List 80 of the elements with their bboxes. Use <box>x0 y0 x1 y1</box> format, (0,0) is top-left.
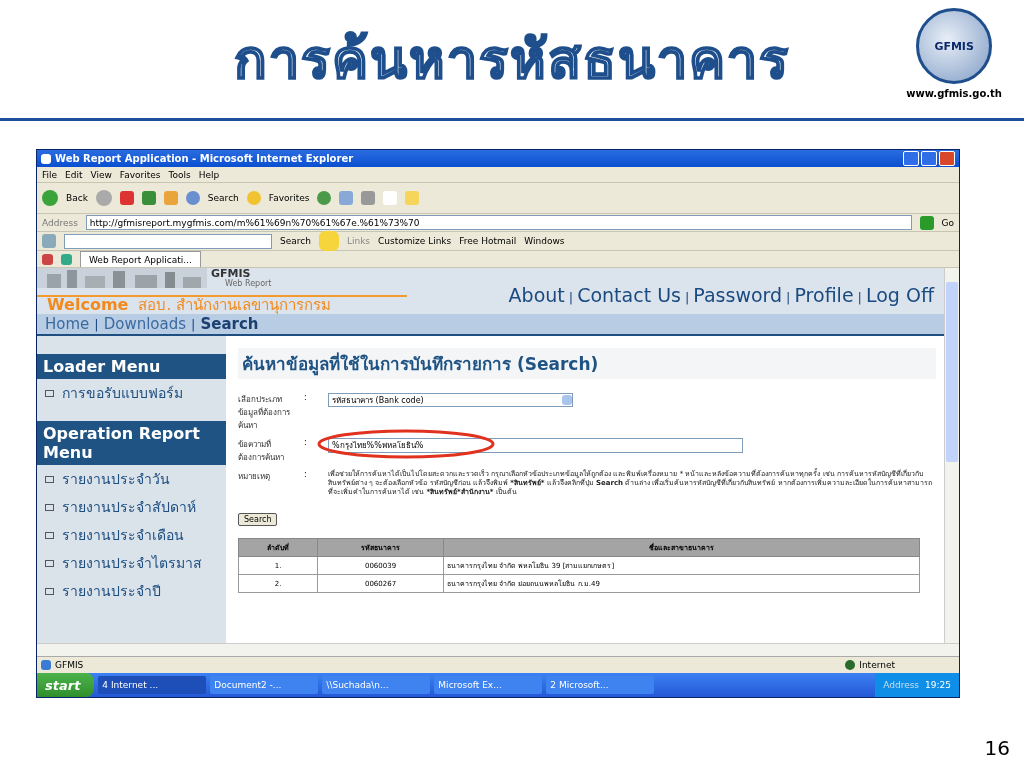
sidebar-item[interactable]: รายงานประจำเดือน <box>62 524 212 546</box>
sidebar-item[interactable]: รายงานประจำสัปดาห์ <box>62 496 212 518</box>
colon-text: : <box>304 393 308 402</box>
go-button[interactable]: Go <box>941 217 954 228</box>
sidebar-item[interactable]: การขอรับแบบฟอร์ม <box>62 382 212 404</box>
close-button[interactable] <box>939 151 955 166</box>
search-button[interactable]: Search <box>238 513 278 526</box>
link-item[interactable]: Customize Links <box>378 236 452 246</box>
logo-icon: GFMIS <box>916 8 993 84</box>
link-item[interactable]: Windows <box>524 236 565 246</box>
separator-text: | <box>568 290 574 305</box>
taskbar-button[interactable]: Microsoft Ex... <box>434 676 543 694</box>
menu-item[interactable]: Tools <box>168 169 191 180</box>
restore-button[interactable] <box>921 151 937 166</box>
favorites-button[interactable]: Favorites <box>268 193 310 203</box>
status-text: GFMIS <box>55 660 84 670</box>
field-label: เลือกประเภทข้อมูลที่ต้องการค้นหา <box>238 394 291 432</box>
horizontal-scrollbar[interactable] <box>37 643 959 656</box>
bullet-icon <box>45 588 54 595</box>
nav-link[interactable]: Downloads <box>103 315 187 333</box>
nav-link[interactable]: Contact Us <box>577 284 681 306</box>
colon-text: : <box>304 438 308 447</box>
taskbar-button[interactable]: 4 Internet ... <box>98 676 207 694</box>
window-title: Web Report Application - Microsoft Internet Explorer <box>55 153 354 164</box>
browser-tab[interactable]: Web Report Applicati... <box>80 251 201 267</box>
type-dropdown[interactable]: รหัสธนาคาร (Bank code) <box>328 393 573 407</box>
minimize-button[interactable] <box>903 151 919 166</box>
website-text: www.gfmis.go.th <box>906 88 1002 99</box>
address-field[interactable]: http://gfmisreport.mygfmis.com/m%61%69n%70%61%67e.%61%73%70 <box>85 215 912 230</box>
menu-item[interactable]: View <box>90 169 112 180</box>
search-field[interactable] <box>64 233 272 249</box>
address-label: Address <box>883 680 920 690</box>
menu-item[interactable]: Help <box>198 169 220 180</box>
menu-item[interactable]: Favorites <box>119 169 161 180</box>
field-label: ข้อความที่ต้องการค้นหา <box>238 438 285 464</box>
colon-text: : <box>304 470 308 479</box>
separator-text: | <box>191 316 196 332</box>
brand-name: GFMIS <box>211 268 251 280</box>
separator-text: | <box>94 316 99 332</box>
taskbar-button[interactable]: Document2 -... <box>210 676 319 694</box>
organization-name: สอบ. สำนักงานเลขานุการกรม <box>138 298 331 314</box>
bullet-icon <box>45 532 54 539</box>
nav-link[interactable]: About <box>508 284 565 306</box>
sidebar-item[interactable]: รายงานประจำไตรมาส <box>62 552 212 574</box>
welcome-text: Welcome <box>47 297 129 314</box>
sidebar-item[interactable]: รายงานประจำปี <box>62 580 212 602</box>
search-input[interactable]: %กรุงไทย%%พหลโยธิน% <box>328 438 743 453</box>
separator-text: | <box>786 290 791 305</box>
address-label: Address <box>42 217 78 228</box>
brand-subtitle: Web Report <box>225 280 272 289</box>
menu-item[interactable]: File <box>42 169 58 180</box>
bullet-icon <box>45 476 54 483</box>
search-button[interactable]: Search <box>280 236 311 246</box>
menu-heading: Loader Menu <box>37 354 226 379</box>
menu-item[interactable]: Edit <box>65 169 83 180</box>
nav-link[interactable]: Log Off <box>865 284 934 306</box>
links-label: Links <box>346 236 371 246</box>
link-item[interactable]: Free Hotmail <box>459 236 517 246</box>
bullet-icon <box>45 390 54 397</box>
slide-title: การค้นหารหัสธนาคาร <box>234 27 790 93</box>
menu-heading: Operation Report Menu <box>37 421 226 465</box>
separator-text: | <box>857 290 862 305</box>
page-heading: ค้นหาข้อมูลที่ใช้ในการบันทึกรายการ (Search) <box>238 348 936 379</box>
search-button[interactable]: Search <box>207 193 239 203</box>
back-button[interactable]: Back <box>66 193 88 203</box>
taskbar-button[interactable]: 2 Microsoft... <box>546 676 655 694</box>
nav-link[interactable]: Profile <box>794 284 854 306</box>
sidebar-item[interactable]: รายงานประจำวัน <box>62 468 212 490</box>
bullet-icon <box>45 560 54 567</box>
separator-text: | <box>684 290 690 305</box>
bullet-icon <box>45 504 54 511</box>
clock-text: 19:25 <box>925 680 951 690</box>
page-number: 16 <box>984 736 1010 760</box>
field-label: หมายเหตุ <box>238 471 271 483</box>
nav-link[interactable]: Home <box>45 315 90 333</box>
nav-link[interactable]: Search <box>200 315 259 333</box>
taskbar-button[interactable]: \\Suchada\n... <box>322 676 431 694</box>
nav-link[interactable]: Password <box>693 284 783 306</box>
vertical-scrollbar[interactable] <box>944 268 959 643</box>
zone-text: Internet <box>859 660 895 670</box>
